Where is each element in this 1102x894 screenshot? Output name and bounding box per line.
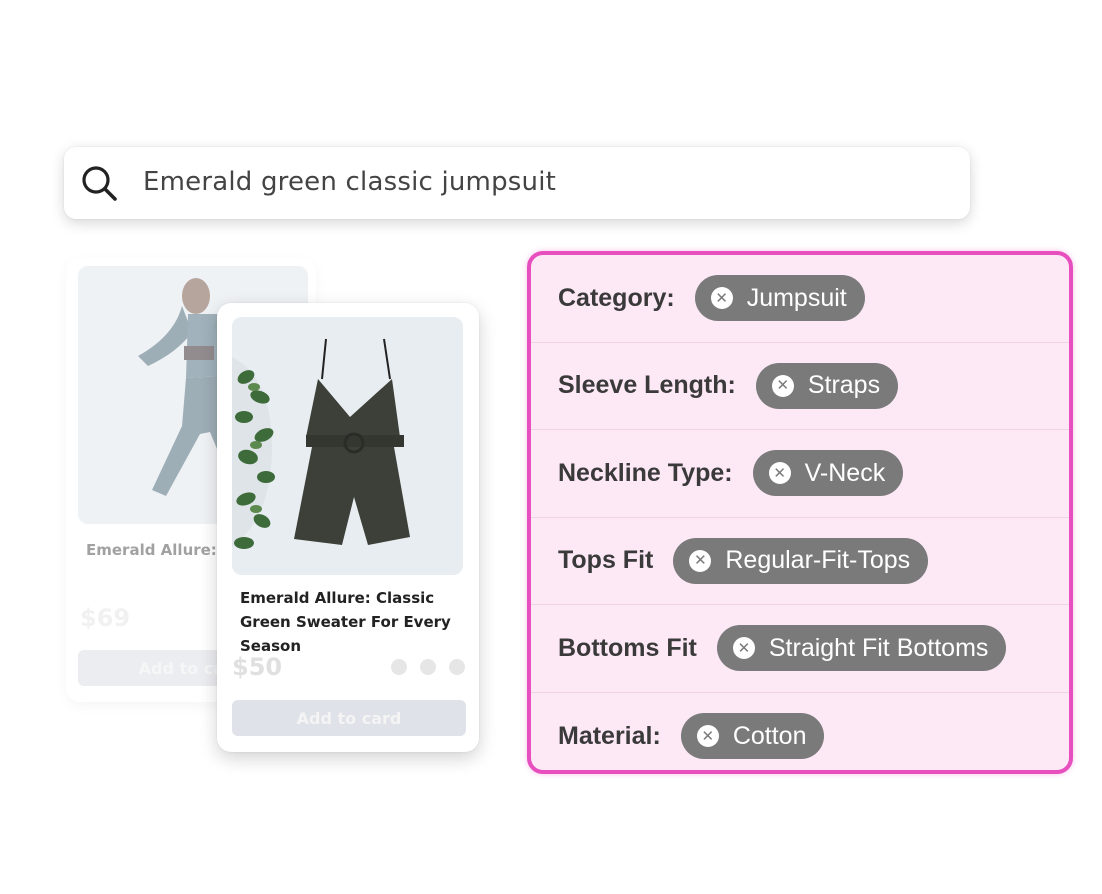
filter-value: Cotton xyxy=(732,721,807,750)
close-icon[interactable]: ✕ xyxy=(768,462,791,485)
product-title[interactable]: Emerald Allure: Classic Green Sweater Fo… xyxy=(86,538,226,562)
color-swatch[interactable] xyxy=(449,659,465,675)
filter-row-material: Material: ✕ Cotton xyxy=(531,693,1069,771)
product-price: $69 xyxy=(80,604,131,632)
close-icon[interactable]: ✕ xyxy=(696,725,719,748)
add-to-cart-button[interactable]: Add to card xyxy=(232,700,466,736)
filter-row-neckline-type: Neckline Type: ✕ V-Neck xyxy=(531,430,1069,518)
romper-photo xyxy=(232,317,463,575)
filter-chip[interactable]: ✕ Jumpsuit xyxy=(694,275,865,322)
filter-row-sleeve-length: Sleeve Length: ✕ Straps xyxy=(531,343,1069,430)
filter-value: Straps xyxy=(807,371,881,400)
filter-row-bottoms-fit: Bottoms Fit ✕ Straight Fit Bottoms xyxy=(531,605,1069,693)
filter-chip[interactable]: ✕ Cotton xyxy=(680,713,825,760)
filter-label: Sleeve Length: xyxy=(558,371,736,400)
close-icon[interactable]: ✕ xyxy=(771,374,794,397)
product-image[interactable] xyxy=(232,317,463,575)
close-icon[interactable]: ✕ xyxy=(732,637,755,660)
color-swatches xyxy=(391,659,465,675)
attribute-filter-panel: Category: ✕ Jumpsuit Sleeve Length: ✕ St… xyxy=(527,251,1073,774)
filter-value: Regular-Fit-Tops xyxy=(725,546,911,575)
filter-label: Category: xyxy=(558,283,675,312)
search-input[interactable]: Emerald green classic jumpsuit xyxy=(143,167,556,197)
filter-value: Jumpsuit xyxy=(746,283,847,312)
filter-label: Tops Fit xyxy=(558,546,654,575)
filter-label: Material: xyxy=(558,721,661,750)
filter-value: Straight Fit Bottoms xyxy=(768,633,989,662)
color-swatch[interactable] xyxy=(420,659,436,675)
close-icon[interactable]: ✕ xyxy=(689,549,712,572)
filter-value: V-Neck xyxy=(804,458,886,487)
close-icon[interactable]: ✕ xyxy=(710,287,733,310)
filter-row-tops-fit: Tops Fit ✕ Regular-Fit-Tops xyxy=(531,518,1069,605)
filter-row-category: Category: ✕ Jumpsuit xyxy=(531,255,1069,343)
filter-label: Neckline Type: xyxy=(558,458,733,487)
filter-chip[interactable]: ✕ V-Neck xyxy=(752,450,904,497)
search-icon[interactable] xyxy=(80,164,118,202)
filter-chip[interactable]: ✕ Straight Fit Bottoms xyxy=(716,625,1007,672)
product-price: $50 xyxy=(232,653,283,681)
color-swatch[interactable] xyxy=(391,659,407,675)
product-title[interactable]: Emerald Allure: Classic Green Sweater Fo… xyxy=(240,586,476,658)
product-card[interactable]: Emerald Allure: Classic Green Sweater Fo… xyxy=(217,303,479,752)
filter-chip[interactable]: ✕ Regular-Fit-Tops xyxy=(673,537,929,584)
filter-label: Bottoms Fit xyxy=(558,633,697,662)
filter-chip[interactable]: ✕ Straps xyxy=(755,362,899,409)
